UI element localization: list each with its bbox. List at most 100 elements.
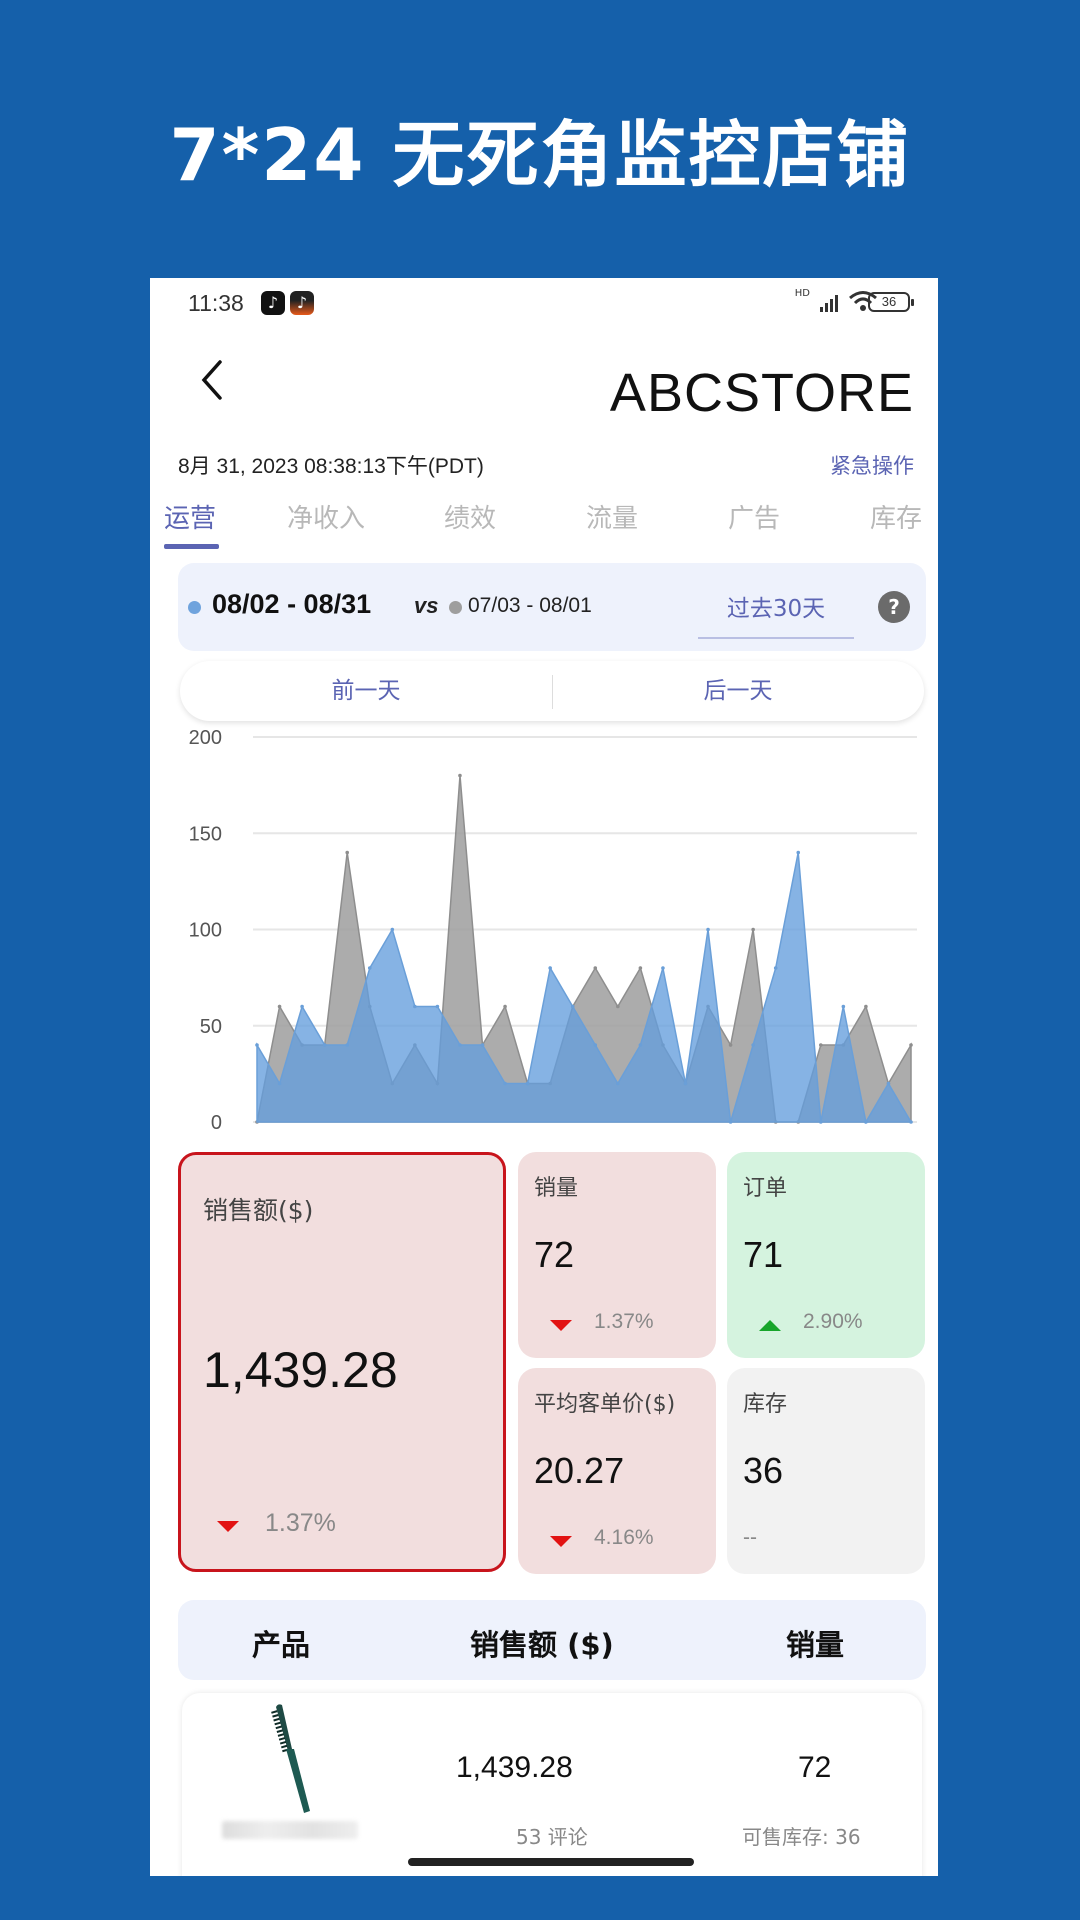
tiktok-icon: ♪ bbox=[290, 291, 314, 315]
data-point bbox=[751, 1043, 755, 1047]
column-header-sales: 销售额 ($) bbox=[470, 1628, 614, 1662]
home-indicator[interactable] bbox=[408, 1858, 694, 1866]
metric-change: 2.90% bbox=[803, 1310, 863, 1333]
metric-card-inventory[interactable]: 库存 36 -- bbox=[727, 1368, 925, 1574]
urgent-action-link[interactable]: 紧急操作 bbox=[830, 450, 914, 480]
status-time: 11:38 bbox=[188, 290, 244, 316]
previous-series-dot bbox=[449, 601, 462, 614]
back-arrow-icon[interactable] bbox=[198, 358, 228, 402]
next-day-button[interactable]: 后一天 bbox=[552, 661, 924, 721]
data-point bbox=[706, 927, 710, 932]
column-header-product: 产品 bbox=[252, 1628, 311, 1662]
y-tick-label: 100 bbox=[189, 920, 222, 942]
tab-net-income[interactable]: 净收入 bbox=[287, 498, 365, 535]
metric-label: 库存 bbox=[743, 1392, 788, 1417]
metric-change: 4.16% bbox=[594, 1526, 654, 1549]
data-point bbox=[570, 1004, 575, 1009]
previous-date-range: 07/03 - 08/01 bbox=[468, 594, 592, 617]
tab-performance[interactable]: 绩效 bbox=[444, 498, 496, 535]
data-point bbox=[638, 966, 643, 970]
data-point bbox=[413, 1004, 417, 1009]
current-series-dot bbox=[188, 601, 201, 614]
trend-down-icon bbox=[217, 1521, 239, 1532]
signal-icon bbox=[820, 294, 842, 312]
data-point bbox=[616, 1004, 620, 1009]
data-point bbox=[345, 850, 350, 855]
tab-ads[interactable]: 广告 bbox=[728, 498, 780, 535]
metric-card-sales[interactable]: 销售额($) 1,439.28 1.37% bbox=[178, 1152, 506, 1572]
metric-value: 36 bbox=[743, 1450, 784, 1491]
metric-label: 销售额($) bbox=[203, 1196, 314, 1225]
data-point bbox=[683, 1081, 688, 1086]
data-point bbox=[864, 1004, 868, 1009]
period-dropdown[interactable]: 过去30天 bbox=[698, 589, 854, 639]
promo-headline: 7*24 无死角监控店铺 bbox=[169, 113, 911, 197]
metric-label: 订单 bbox=[743, 1176, 788, 1201]
network-type-label: HD bbox=[794, 288, 810, 299]
table-row[interactable]: 1,439.28 53 评论 72 可售库存: 36 bbox=[182, 1693, 922, 1876]
data-point bbox=[638, 1043, 643, 1047]
y-tick-label: 200 bbox=[189, 727, 222, 749]
metric-card-units[interactable]: 销量 72 1.37% bbox=[518, 1152, 716, 1358]
column-header-units: 销量 bbox=[786, 1628, 845, 1662]
data-point bbox=[503, 1004, 507, 1009]
data-point bbox=[728, 1120, 733, 1124]
tab-operations[interactable]: 运营 bbox=[164, 498, 216, 535]
tab-bar: 运营 净收入 绩效 流量 广告 库存 bbox=[150, 492, 938, 550]
store-name: ABCSTORE bbox=[609, 363, 914, 423]
data-point bbox=[435, 1004, 440, 1009]
data-point bbox=[818, 1120, 823, 1124]
data-point bbox=[322, 1043, 327, 1047]
metric-card-aov[interactable]: 平均客单价($) 20.27 4.16% bbox=[518, 1368, 716, 1574]
previous-day-button[interactable]: 前一天 bbox=[180, 661, 552, 721]
metric-change: 1.37% bbox=[594, 1310, 654, 1333]
data-point bbox=[458, 1043, 462, 1047]
data-point bbox=[909, 1043, 913, 1047]
current-date-range: 08/02 - 08/31 bbox=[212, 589, 372, 619]
y-tick-label: 0 bbox=[211, 1112, 222, 1133]
day-navigation: 前一天 后一天 bbox=[180, 661, 924, 721]
data-point bbox=[480, 1043, 485, 1047]
y-tick-label: 50 bbox=[200, 1016, 222, 1038]
data-point bbox=[864, 1120, 868, 1124]
tiktok-icon: ♪ bbox=[261, 291, 285, 315]
product-name-blurred bbox=[222, 1821, 358, 1839]
data-point bbox=[277, 1081, 282, 1086]
data-point bbox=[345, 1043, 350, 1047]
metric-change: -- bbox=[743, 1526, 757, 1549]
data-point bbox=[525, 1081, 530, 1086]
metric-label: 销量 bbox=[534, 1176, 579, 1201]
tab-traffic[interactable]: 流量 bbox=[586, 498, 638, 535]
data-point bbox=[277, 1004, 282, 1009]
metric-card-orders[interactable]: 订单 71 2.90% bbox=[727, 1152, 925, 1358]
row-reviews: 53 评论 bbox=[516, 1825, 588, 1849]
active-tab-indicator bbox=[164, 544, 219, 549]
trend-down-icon bbox=[550, 1536, 572, 1547]
row-sales: 1,439.28 bbox=[456, 1751, 573, 1784]
data-point bbox=[886, 1081, 891, 1086]
battery-icon: 36 bbox=[868, 292, 914, 312]
metric-value: 71 bbox=[743, 1234, 784, 1275]
data-point bbox=[255, 1043, 259, 1047]
metric-change: 1.37% bbox=[265, 1509, 336, 1537]
metric-value: 1,439.28 bbox=[203, 1342, 398, 1398]
data-point bbox=[909, 1120, 913, 1124]
status-bar: 11:38 ♪ ♪ HD 36 bbox=[150, 278, 938, 328]
sales-area-chart: 0 50 100 150 200 bbox=[189, 727, 917, 1133]
data-point bbox=[458, 773, 462, 778]
trend-up-icon bbox=[759, 1320, 781, 1331]
data-point bbox=[841, 1004, 846, 1009]
report-datetime: 8月 31, 2023 08:38:13下午(PDT) bbox=[178, 455, 484, 478]
data-point bbox=[796, 850, 801, 855]
tab-inventory[interactable]: 库存 bbox=[870, 498, 922, 535]
metric-label: 平均客单价($) bbox=[534, 1392, 676, 1417]
data-point bbox=[367, 966, 372, 970]
date-range-selector: 08/02 - 08/31 vs 07/03 - 08/01 过去30天 ? bbox=[178, 563, 926, 651]
trend-down-icon bbox=[550, 1320, 572, 1331]
hair-brush-product-image bbox=[271, 1704, 310, 1813]
battery-level: 36 bbox=[881, 294, 897, 309]
data-point bbox=[751, 927, 755, 932]
phone-screen: 11:38 ♪ ♪ HD 36 ABCSTORE 8月 31, 2023 08:… bbox=[150, 278, 938, 1876]
help-icon[interactable]: ? bbox=[878, 591, 910, 623]
row-available-stock: 可售库存: 36 bbox=[742, 1825, 861, 1849]
